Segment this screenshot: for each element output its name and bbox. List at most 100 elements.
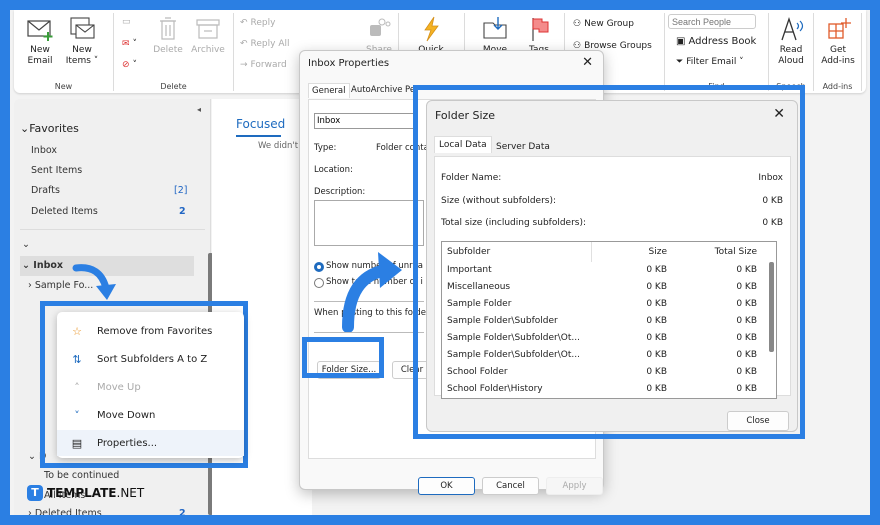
chevron-down-icon: ⌄ bbox=[22, 260, 34, 271]
archive-button[interactable]: Archive bbox=[188, 15, 228, 56]
ignore-button[interactable]: ▭ bbox=[122, 15, 131, 29]
address-book-button[interactable]: ▣ Address Book bbox=[676, 34, 756, 48]
table-scrollbar[interactable] bbox=[769, 262, 774, 352]
new-email-icon bbox=[27, 20, 53, 41]
tab-local-data[interactable]: Local Data bbox=[434, 136, 492, 153]
get-addins-button[interactable]: Get Add-ins bbox=[820, 15, 856, 67]
context-menu: ☆ Remove from Favorites ⇅ Sort Subfolders … bbox=[57, 312, 244, 458]
total-size-cell: 0 KB bbox=[736, 350, 757, 360]
total-size-cell: 0 KB bbox=[736, 333, 757, 343]
total-size-cell: 0 KB bbox=[736, 384, 757, 394]
outlook-window: New Email New Items ˅ New ▭ ✉ ˅ ⊘ ˅ Delete A… bbox=[10, 10, 870, 515]
table-row[interactable]: Sample Folder\Subfolder 0 KB 0 KB bbox=[442, 313, 776, 330]
table-row[interactable]: School Folder\History 0 KB 0 KB bbox=[442, 381, 776, 398]
arrow-to-folder-size-icon bbox=[342, 252, 402, 332]
group-icon: ⚇ bbox=[573, 19, 582, 29]
folder-inbox[interactable]: ⌄ Inbox bbox=[22, 260, 63, 271]
table-header: Subfolder Size Total Size bbox=[442, 242, 776, 262]
apply-button[interactable]: Apply bbox=[546, 477, 603, 495]
new-items-button[interactable]: New Items ˅ bbox=[64, 15, 100, 67]
subfolder-cell: School Folder bbox=[447, 367, 508, 377]
menu-item-sort-az[interactable]: ⇅ Sort Subfolders A to Z bbox=[57, 346, 244, 372]
size-cell: 0 KB bbox=[646, 384, 667, 394]
highlight-folder-size bbox=[302, 337, 384, 378]
group-label-addins: Add-ins bbox=[822, 82, 853, 91]
lightning-icon bbox=[424, 16, 439, 42]
radio-show-total[interactable] bbox=[314, 278, 324, 288]
size-without-row: Size (without subfolders): 0 KB bbox=[441, 196, 783, 206]
reply-all-button[interactable]: ↶ Reply All bbox=[240, 37, 290, 51]
close-icon[interactable]: ✕ bbox=[582, 55, 593, 70]
favorites-item-drafts[interactable]: Drafts bbox=[31, 185, 60, 196]
total-size-row: Total size (including subfolders): 0 KB bbox=[441, 218, 783, 228]
table-row[interactable]: School Folder 0 KB 0 KB bbox=[442, 364, 776, 381]
cancel-button[interactable]: Cancel bbox=[482, 477, 539, 495]
dropdown-icon: ˅ bbox=[132, 60, 138, 70]
tab-autoarchive[interactable]: AutoArchive bbox=[348, 83, 406, 97]
menu-item-move-up[interactable]: ˄ Move Up bbox=[57, 374, 244, 400]
folder-name-input[interactable]: Inbox bbox=[314, 113, 414, 129]
account-chevron-icon[interactable]: ⌄ bbox=[22, 239, 30, 250]
total-size-cell: 0 KB bbox=[736, 316, 757, 326]
read-aloud-button[interactable]: Read Aloud bbox=[773, 15, 809, 67]
flag-icon bbox=[532, 18, 549, 41]
tab-server-data[interactable]: Server Data bbox=[492, 139, 554, 155]
close-icon[interactable]: ✕ bbox=[773, 106, 785, 122]
column-size[interactable]: Size bbox=[592, 242, 667, 262]
table-row[interactable]: Important 0 KB 0 KB bbox=[442, 262, 776, 279]
delete-button[interactable]: Delete bbox=[150, 15, 186, 56]
filter-icon: ⏷ bbox=[676, 57, 684, 67]
forward-button[interactable]: → Forward bbox=[240, 58, 287, 72]
new-email-button[interactable]: New Email bbox=[22, 15, 58, 67]
size-cell: 0 KB bbox=[646, 316, 667, 326]
reply-button[interactable]: ↶ Reply bbox=[240, 16, 275, 30]
address-book-icon: ▣ bbox=[676, 35, 686, 47]
favorites-item-deleted[interactable]: Deleted Items bbox=[31, 206, 98, 217]
drafts-count: [2] bbox=[174, 185, 188, 196]
new-group-button[interactable]: ⚇ New Group bbox=[573, 17, 634, 31]
ribbon-group-speech: Read Aloud Speech bbox=[769, 13, 814, 91]
menu-item-properties[interactable]: ▤ Properties... bbox=[57, 430, 244, 456]
clean-up-button[interactable]: ✉ ˅ bbox=[122, 37, 137, 51]
menu-item-move-down[interactable]: ˅ Move Down bbox=[57, 402, 244, 428]
folder-name-row: Folder Name: Inbox bbox=[441, 173, 783, 183]
close-button[interactable]: Close bbox=[727, 411, 789, 431]
dropdown-icon: ˅ bbox=[132, 39, 138, 49]
chevron-down-icon: ˅ bbox=[74, 408, 80, 422]
empty-message: We didn't f bbox=[258, 141, 304, 151]
radio-show-unread[interactable] bbox=[314, 262, 324, 272]
subfolder-cell: Sample Folder\Subfolder\Ot... bbox=[447, 350, 580, 360]
archive-icon bbox=[196, 19, 220, 39]
favorites-header[interactable]: ⌄Favorites bbox=[20, 122, 79, 135]
new-items-icon bbox=[70, 17, 95, 39]
folder-size-dialog: Folder Size ✕ Local Data Server Data Fol… bbox=[426, 100, 798, 432]
dialog-title: Folder Size bbox=[435, 109, 496, 122]
tab-focused[interactable]: Focused bbox=[236, 117, 285, 131]
table-row[interactable]: Miscellaneous 0 KB 0 KB bbox=[442, 279, 776, 296]
search-people-input[interactable] bbox=[668, 14, 756, 29]
description-textarea[interactable] bbox=[314, 200, 424, 246]
group-label-new: New bbox=[54, 82, 73, 91]
column-total-size[interactable]: Total Size bbox=[667, 242, 757, 262]
size-cell: 0 KB bbox=[646, 350, 667, 360]
block-sender-button[interactable]: ⊘ ˅ bbox=[122, 58, 137, 72]
menu-item-remove-favorites[interactable]: ☆ Remove from Favorites bbox=[57, 318, 244, 344]
table-row[interactable]: Sample Folder\Subfolder\Ot... 0 KB 0 KB bbox=[442, 347, 776, 364]
group-label-delete: Delete bbox=[160, 82, 187, 91]
favorites-item-sent[interactable]: Sent Items bbox=[31, 165, 82, 176]
dialog-title: Inbox Properties bbox=[308, 58, 390, 69]
column-subfolder[interactable]: Subfolder bbox=[442, 242, 592, 262]
location-label: Location: bbox=[314, 165, 353, 175]
folder-deleted-items[interactable]: › Deleted Items bbox=[28, 508, 102, 515]
table-row[interactable]: Sample Folder 0 KB 0 KB bbox=[442, 296, 776, 313]
collapse-pane-icon[interactable]: ◂ bbox=[197, 105, 201, 114]
tab-general[interactable]: General bbox=[308, 83, 350, 98]
filter-email-button[interactable]: ⏷ Filter Email ˅ bbox=[676, 55, 744, 69]
folder-to-be-continued[interactable]: To be continued bbox=[44, 470, 119, 481]
table-row[interactable]: Sample Folder\Subfolder\Ot... 0 KB 0 KB bbox=[442, 330, 776, 347]
ok-button[interactable]: OK bbox=[418, 477, 475, 495]
teams-icon bbox=[370, 18, 391, 36]
size-cell: 0 KB bbox=[646, 367, 667, 377]
reply-icon: ↶ bbox=[240, 18, 248, 28]
favorites-item-inbox[interactable]: Inbox bbox=[31, 145, 57, 156]
